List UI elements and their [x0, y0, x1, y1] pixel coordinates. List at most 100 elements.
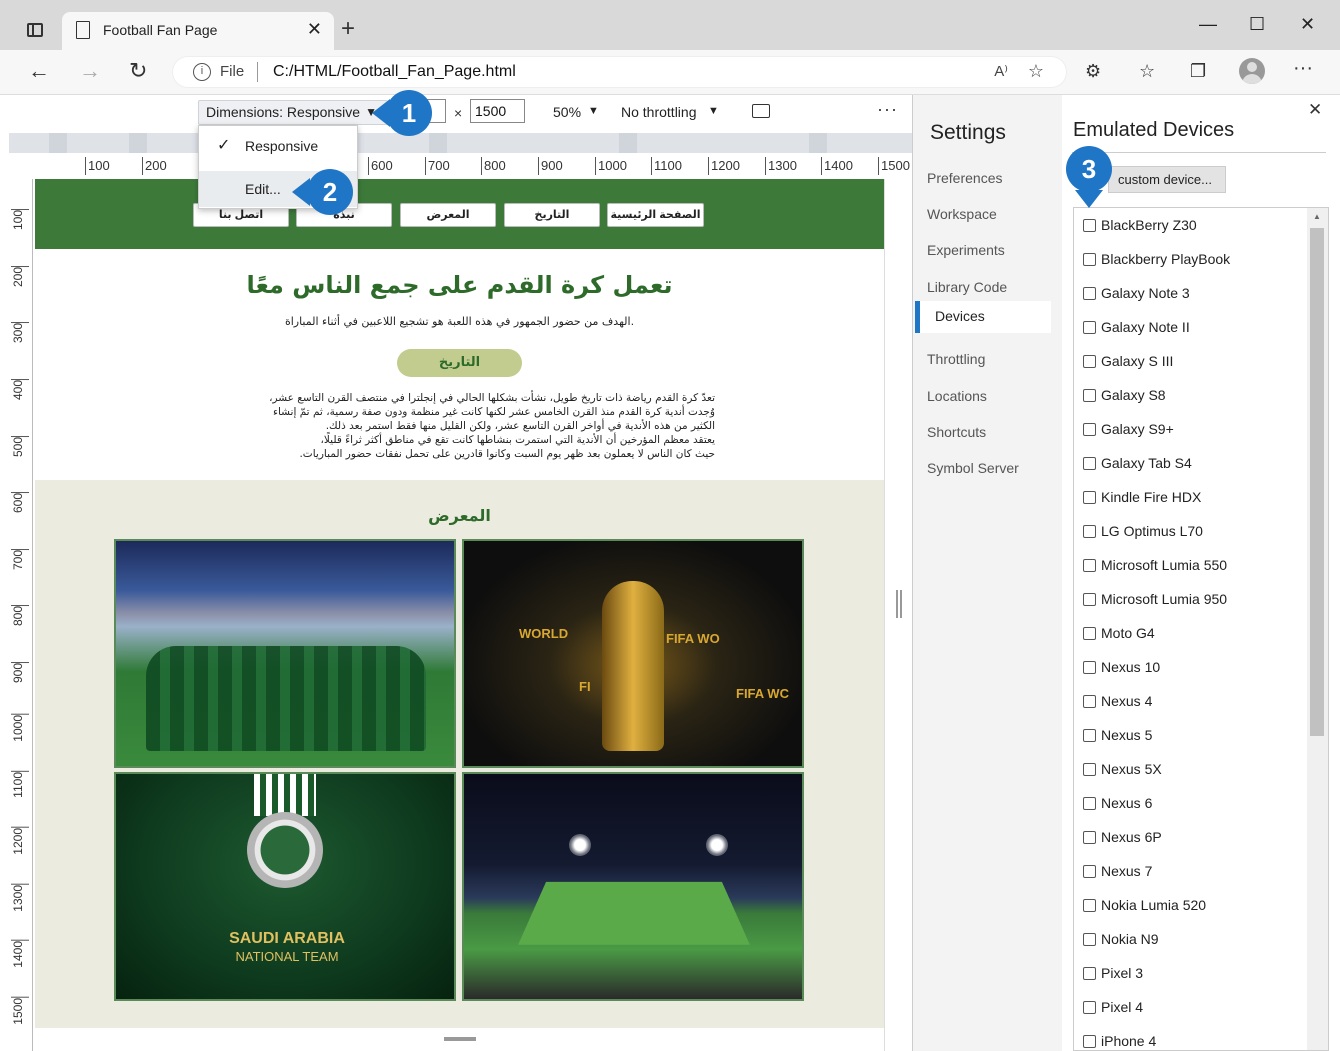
add-custom-device-button[interactable]: custom device... [1108, 166, 1226, 193]
nav-history-button[interactable]: التاريخ [504, 203, 600, 227]
checkbox[interactable] [1083, 763, 1096, 776]
checkbox[interactable] [1083, 933, 1096, 946]
profile-avatar[interactable] [1239, 58, 1265, 84]
tab-close-icon[interactable]: ✕ [307, 19, 322, 40]
minimize-button[interactable]: — [1199, 14, 1217, 35]
height-input[interactable]: 1500 [470, 99, 525, 123]
checkbox[interactable] [1083, 967, 1096, 980]
checkbox[interactable] [1083, 355, 1096, 368]
checkbox[interactable] [1083, 525, 1096, 538]
settings-item-library-code[interactable]: Library Code [927, 272, 1052, 304]
checkbox[interactable] [1083, 831, 1096, 844]
settings-item-locations[interactable]: Locations [927, 381, 1052, 413]
rotate-icon[interactable] [752, 104, 770, 118]
settings-item-shortcuts[interactable]: Shortcuts [927, 417, 1052, 449]
device-label: Galaxy S9+ [1101, 421, 1174, 437]
device-checkbox-item[interactable]: Pixel 4 [1074, 991, 1306, 1025]
nav-gallery-button[interactable]: المعرض [400, 203, 496, 227]
device-checkbox-item[interactable]: Galaxy Note 3 [1074, 277, 1306, 311]
checkbox[interactable] [1083, 797, 1096, 810]
nav-home-button[interactable]: الصفحة الرئيسية [607, 203, 704, 227]
resize-handle-bottom[interactable] [444, 1037, 476, 1041]
collections-icon[interactable]: ❐ [1190, 61, 1206, 82]
logo-stripes [254, 774, 316, 816]
checkbox[interactable] [1083, 661, 1096, 674]
browser-menu-icon[interactable]: ··· [1293, 57, 1313, 80]
checkbox[interactable] [1083, 865, 1096, 878]
info-icon[interactable]: i [193, 63, 211, 81]
device-checkbox-item[interactable]: BlackBerry Z30 [1074, 209, 1306, 243]
device-checkbox-item[interactable]: Nokia N9 [1074, 923, 1306, 957]
device-checkbox-item[interactable]: Galaxy S III [1074, 345, 1306, 379]
checkbox[interactable] [1083, 457, 1096, 470]
device-checkbox-item[interactable]: Blackberry PlayBook [1074, 243, 1306, 277]
device-checkbox-item[interactable]: Pixel 3 [1074, 957, 1306, 991]
media-query-bar[interactable] [9, 133, 912, 153]
checkbox[interactable] [1083, 899, 1096, 912]
device-checkbox-item[interactable]: Nexus 7 [1074, 855, 1306, 889]
device-checkbox-item[interactable]: Nexus 5X [1074, 753, 1306, 787]
forward-icon[interactable]: → [79, 58, 101, 84]
device-checkbox-item[interactable]: Nexus 6P [1074, 821, 1306, 855]
checkbox[interactable] [1083, 491, 1096, 504]
settings-item-devices[interactable]: Devices [915, 301, 1051, 333]
checkbox[interactable] [1083, 593, 1096, 606]
device-checkbox-item[interactable]: iPhone 4 [1074, 1025, 1306, 1050]
checkbox[interactable] [1083, 1035, 1096, 1048]
zoom-select[interactable]: 50% [553, 104, 581, 120]
throttling-select[interactable]: No throttling [621, 104, 696, 120]
device-checkbox-item[interactable]: Microsoft Lumia 550 [1074, 549, 1306, 583]
history-button[interactable]: التاريخ [397, 349, 522, 377]
device-checkbox-item[interactable]: Nexus 5 [1074, 719, 1306, 753]
dimensions-select[interactable]: Dimensions: Responsive ▼ [198, 100, 388, 125]
device-checkbox-item[interactable]: Microsoft Lumia 950 [1074, 583, 1306, 617]
checkbox[interactable] [1083, 321, 1096, 334]
checkbox[interactable] [1083, 423, 1096, 436]
device-checkbox-item[interactable]: Moto G4 [1074, 617, 1306, 651]
browser-tab[interactable]: Football Fan Page ✕ [62, 12, 334, 50]
device-checkbox-item[interactable]: Galaxy S8 [1074, 379, 1306, 413]
checkbox[interactable] [1083, 1001, 1096, 1014]
device-checkbox-item[interactable]: Nexus 4 [1074, 685, 1306, 719]
device-checkbox-item[interactable]: Galaxy Tab S4 [1074, 447, 1306, 481]
checkbox[interactable] [1083, 253, 1096, 266]
back-icon[interactable]: ← [28, 58, 50, 84]
device-checkbox-item[interactable]: Nexus 6 [1074, 787, 1306, 821]
new-tab-button[interactable]: + [341, 17, 355, 41]
add-favorite-icon[interactable]: ☆ [1028, 61, 1044, 82]
checkbox[interactable] [1083, 287, 1096, 300]
favorites-icon[interactable]: ☆ [1139, 61, 1155, 82]
device-checkbox-item[interactable]: LG Optimus L70 [1074, 515, 1306, 549]
checkbox[interactable] [1083, 219, 1096, 232]
settings-item-experiments[interactable]: Experiments [927, 235, 1052, 267]
maximize-button[interactable]: ☐ [1249, 14, 1265, 35]
url-text[interactable]: C:/HTML/Football_Fan_Page.html [273, 63, 516, 81]
device-list-scrollbar[interactable]: ▲ [1307, 208, 1328, 1050]
resize-handle-right[interactable] [896, 590, 902, 618]
extensions-icon[interactable]: ⚙ [1085, 61, 1101, 82]
device-checkbox-item[interactable]: Galaxy S9+ [1074, 413, 1306, 447]
scrollbar-thumb[interactable] [1310, 228, 1324, 736]
scroll-up-icon[interactable]: ▲ [1313, 212, 1321, 221]
device-checkbox-item[interactable]: Nokia Lumia 520 [1074, 889, 1306, 923]
read-aloud-icon[interactable]: A⁾ [994, 62, 1008, 80]
checkbox[interactable] [1083, 559, 1096, 572]
settings-item-preferences[interactable]: Preferences [927, 163, 1052, 195]
checkbox[interactable] [1083, 627, 1096, 640]
refresh-icon[interactable]: ↻ [129, 58, 147, 84]
checkbox[interactable] [1083, 729, 1096, 742]
menu-item-responsive[interactable]: ✓ Responsive [199, 128, 357, 164]
tab-actions-icon[interactable] [27, 23, 43, 37]
close-settings-icon[interactable]: ✕ [1308, 100, 1322, 120]
device-checkbox-item[interactable]: Kindle Fire HDX [1074, 481, 1306, 515]
device-checkbox-item[interactable]: Galaxy Note II [1074, 311, 1306, 345]
settings-item-workspace[interactable]: Workspace [927, 199, 1052, 231]
settings-item-symbol-server[interactable]: Symbol Server [927, 453, 1052, 485]
address-bar[interactable]: i File C:/HTML/Football_Fan_Page.html A⁾… [172, 56, 1067, 88]
device-checkbox-item[interactable]: Nexus 10 [1074, 651, 1306, 685]
close-window-button[interactable]: ✕ [1300, 14, 1315, 35]
checkbox[interactable] [1083, 695, 1096, 708]
more-options-icon[interactable]: ··· [877, 99, 898, 120]
settings-item-throttling[interactable]: Throttling [927, 344, 1052, 376]
checkbox[interactable] [1083, 389, 1096, 402]
